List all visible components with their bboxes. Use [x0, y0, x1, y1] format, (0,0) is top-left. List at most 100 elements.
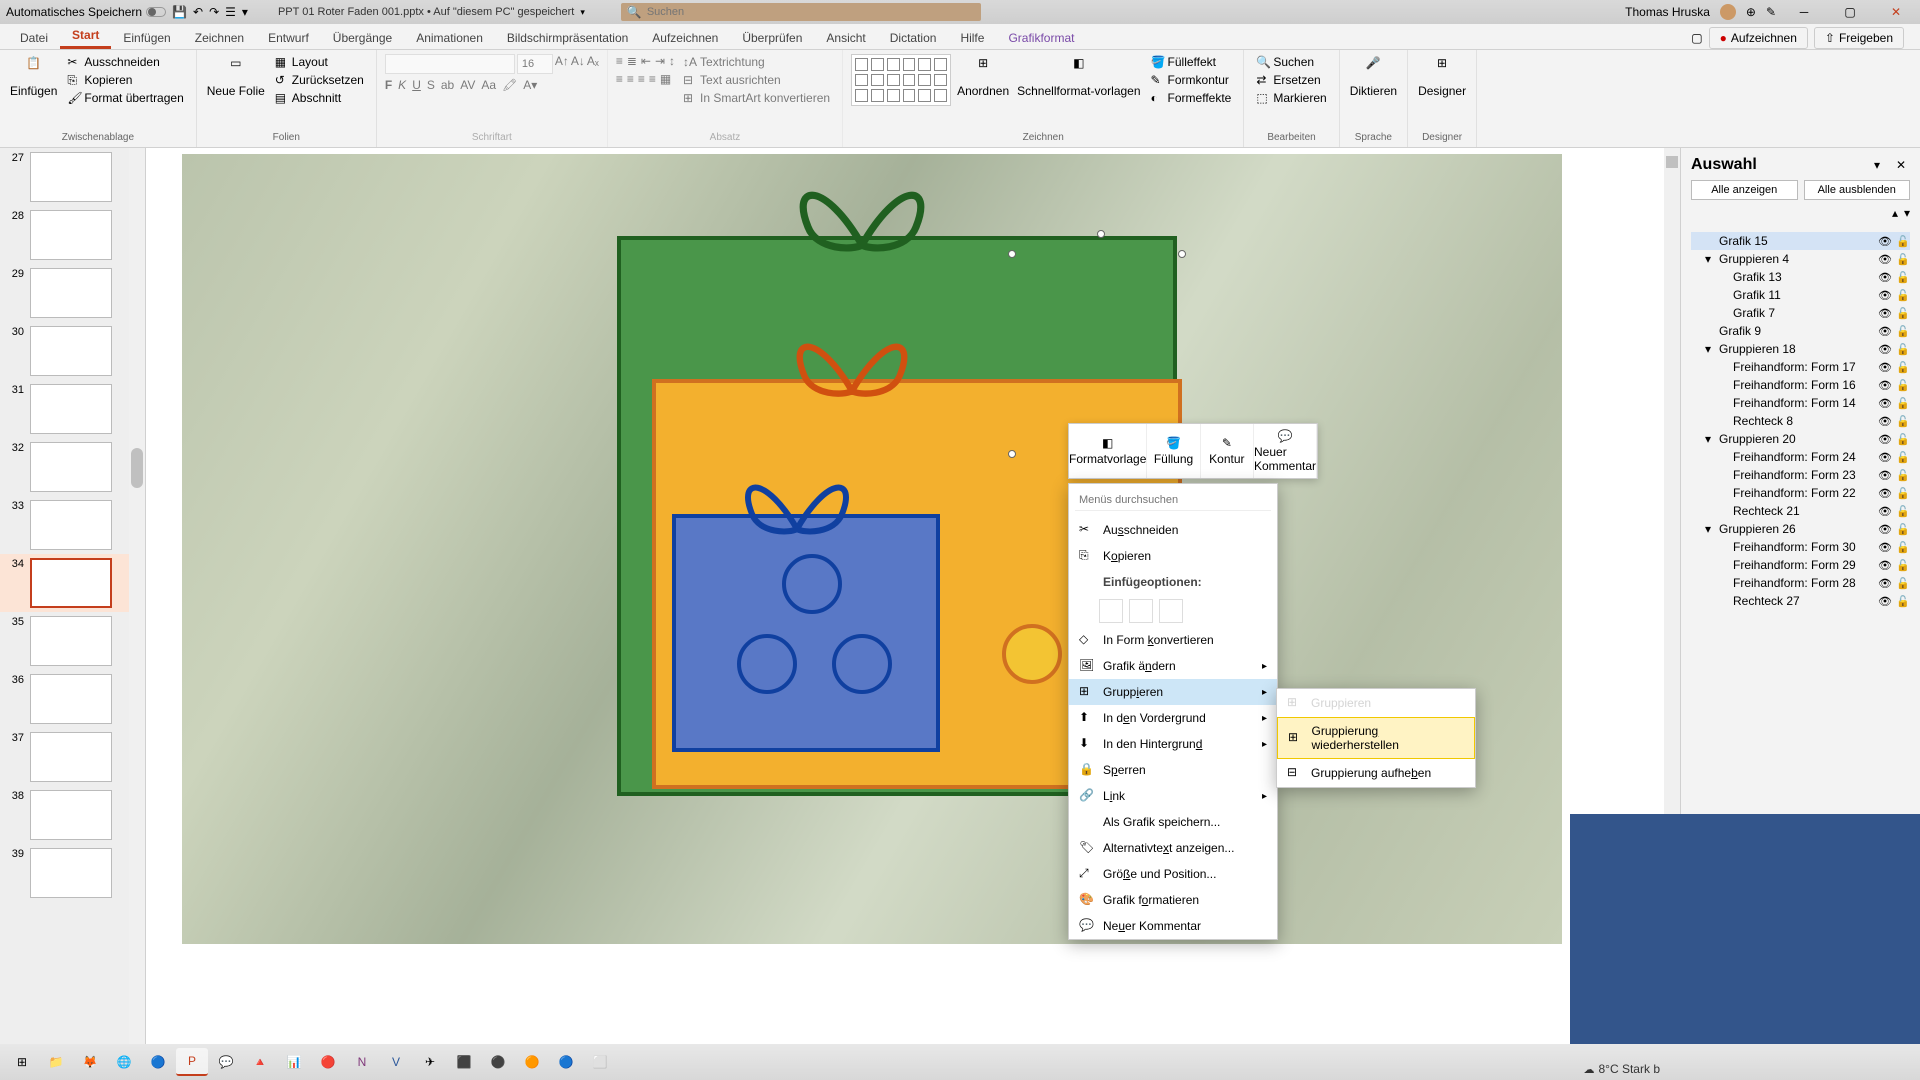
find-button[interactable]: 🔍Suchen: [1252, 54, 1330, 70]
close-pane-icon[interactable]: ✕: [1896, 158, 1910, 172]
lock-icon[interactable]: 🔓: [1896, 523, 1910, 536]
selection-item[interactable]: Rechteck 21👁🔓: [1691, 502, 1910, 520]
slide-thumbnail-32[interactable]: 32: [0, 438, 145, 496]
visibility-icon[interactable]: 👁: [1878, 505, 1892, 518]
shapes-gallery[interactable]: [851, 54, 951, 106]
selection-item[interactable]: ▾Gruppieren 26👁🔓: [1691, 520, 1910, 538]
visibility-icon[interactable]: 👁: [1878, 415, 1892, 428]
visibility-icon[interactable]: 👁: [1878, 379, 1892, 392]
search-box[interactable]: 🔍: [621, 3, 981, 21]
visibility-icon[interactable]: 👁: [1878, 523, 1892, 536]
align-right-icon[interactable]: ≡: [638, 72, 645, 86]
app-icon[interactable]: ⬛: [448, 1048, 480, 1076]
obs-icon[interactable]: ⚫: [482, 1048, 514, 1076]
effects-button[interactable]: ◐Formeffekte: [1147, 90, 1236, 106]
selection-item[interactable]: Grafik 15👁🔓: [1691, 232, 1910, 250]
italic-icon[interactable]: K: [398, 78, 406, 92]
lock-icon[interactable]: 🔓: [1896, 505, 1910, 518]
maximize-button[interactable]: ▢: [1832, 0, 1868, 24]
slide-thumbnail-34[interactable]: 34: [0, 554, 145, 612]
select-button[interactable]: ⬚Markieren: [1252, 90, 1330, 106]
slide-thumbnail-38[interactable]: 38: [0, 786, 145, 844]
lock-icon[interactable]: 🔓: [1896, 487, 1910, 500]
format-painter-button[interactable]: 🖌Format übertragen: [63, 90, 187, 106]
record-button[interactable]: ●Aufzeichnen: [1709, 27, 1808, 49]
redo-icon[interactable]: ↷: [209, 5, 219, 19]
increase-font-icon[interactable]: A↑: [555, 54, 569, 74]
user-name[interactable]: Thomas Hruska: [1625, 5, 1710, 19]
clear-format-icon[interactable]: Aₓ: [587, 54, 599, 74]
selection-item[interactable]: Freihandform: Form 29👁🔓: [1691, 556, 1910, 574]
vlc-icon[interactable]: 🔺: [244, 1048, 276, 1076]
undo-icon[interactable]: ↶: [193, 5, 203, 19]
paste-opt-1[interactable]: [1099, 599, 1123, 623]
search-input[interactable]: [647, 6, 975, 18]
replace-button[interactable]: ⇄Ersetzen: [1252, 72, 1330, 88]
tab-aufzeichnen[interactable]: Aufzeichnen: [640, 27, 730, 49]
selection-item[interactable]: Freihandform: Form 17👁🔓: [1691, 358, 1910, 376]
visibility-icon[interactable]: 👁: [1878, 343, 1892, 356]
highlight-icon[interactable]: 🖍: [502, 78, 517, 92]
collapse-ribbon-icon[interactable]: ▢: [1691, 31, 1702, 45]
app-icon[interactable]: 🔵: [550, 1048, 582, 1076]
text-align-button[interactable]: ⊟Text ausrichten: [679, 72, 834, 88]
spacing-icon[interactable]: AV: [460, 78, 475, 92]
visibility-icon[interactable]: 👁: [1878, 235, 1892, 248]
lock-icon[interactable]: 🔓: [1896, 235, 1910, 248]
slide-thumbnail-35[interactable]: 35: [0, 612, 145, 670]
selection-item[interactable]: Freihandform: Form 30👁🔓: [1691, 538, 1910, 556]
visibility-icon[interactable]: 👁: [1878, 397, 1892, 410]
weather-widget[interactable]: ☁ 8°C Stark b: [1584, 1062, 1661, 1076]
selection-item[interactable]: Freihandform: Form 22👁🔓: [1691, 484, 1910, 502]
firefox-icon[interactable]: 🦊: [74, 1048, 106, 1076]
visibility-icon[interactable]: 👁: [1878, 307, 1892, 320]
shadow-icon[interactable]: ab: [441, 78, 454, 92]
numbering-icon[interactable]: ≣: [627, 54, 637, 68]
account-icon[interactable]: ✎: [1766, 5, 1776, 19]
cloud-icon[interactable]: ⊕: [1746, 5, 1756, 19]
underline-icon[interactable]: U: [412, 78, 421, 92]
visibility-icon[interactable]: 👁: [1878, 559, 1892, 572]
slide-thumbnail-33[interactable]: 33: [0, 496, 145, 554]
autosave-toggle[interactable]: Automatisches Speichern: [6, 5, 166, 19]
slide-thumbnail-28[interactable]: 28: [0, 206, 145, 264]
line-spacing-icon[interactable]: ↕: [669, 54, 675, 68]
text-direction-button[interactable]: ↕ATextrichtung: [679, 54, 834, 70]
save-icon[interactable]: 💾: [172, 5, 187, 19]
slide-canvas[interactable]: ◧Formatvorlage 🪣Füllung ✎Kontur 💬Neuer K…: [146, 148, 1680, 1044]
selection-item[interactable]: Grafik 13👁🔓: [1691, 268, 1910, 286]
visibility-icon[interactable]: 👁: [1878, 577, 1892, 590]
hide-all-button[interactable]: Alle ausblenden: [1804, 180, 1911, 200]
paste-button[interactable]: 📋 Einfügen: [8, 54, 59, 100]
copy-button[interactable]: ⎘Kopieren: [63, 72, 187, 88]
visibility-icon[interactable]: 👁: [1878, 361, 1892, 374]
smiley-blue-2[interactable]: [737, 634, 797, 694]
smartart-button[interactable]: ⊞In SmartArt konvertieren: [679, 90, 834, 106]
tab-ueberpruefen[interactable]: Überprüfen: [730, 27, 814, 49]
app-icon[interactable]: 🟠: [516, 1048, 548, 1076]
visibility-icon[interactable]: 👁: [1878, 253, 1892, 266]
caret-icon[interactable]: ▾: [1705, 342, 1715, 356]
slide-thumbnail-37[interactable]: 37: [0, 728, 145, 786]
align-center-icon[interactable]: ≡: [627, 72, 634, 86]
selection-item[interactable]: Rechteck 8👁🔓: [1691, 412, 1910, 430]
tab-grafikformat[interactable]: Grafikformat: [996, 27, 1086, 49]
caret-icon[interactable]: ▾: [1705, 432, 1715, 446]
lock-icon[interactable]: 🔓: [1896, 289, 1910, 302]
selection-item[interactable]: Freihandform: Form 28👁🔓: [1691, 574, 1910, 592]
telegram-icon[interactable]: ✈: [414, 1048, 446, 1076]
more-qat-icon[interactable]: ▾: [242, 5, 248, 19]
cut-button[interactable]: ✂Ausschneiden: [63, 54, 187, 70]
ctx-send-back[interactable]: ⬇In den Hintergrund▸: [1069, 731, 1277, 757]
app-icon[interactable]: 📊: [278, 1048, 310, 1076]
app-icon[interactable]: ⬜: [584, 1048, 616, 1076]
ctx-new-comment[interactable]: 💬Neuer Kommentar: [1069, 913, 1277, 939]
mini-fill-button[interactable]: 🪣Füllung: [1147, 424, 1200, 478]
quick-styles-button[interactable]: ◧Schnellformat-vorlagen: [1015, 54, 1142, 100]
lock-icon[interactable]: 🔓: [1896, 271, 1910, 284]
slide-thumbnail-29[interactable]: 29: [0, 264, 145, 322]
layout-button[interactable]: ▦Layout: [271, 54, 368, 70]
context-search-input[interactable]: [1075, 490, 1271, 511]
powerpoint-icon[interactable]: P: [176, 1048, 208, 1076]
designer-button[interactable]: ⊞Designer: [1416, 54, 1468, 100]
